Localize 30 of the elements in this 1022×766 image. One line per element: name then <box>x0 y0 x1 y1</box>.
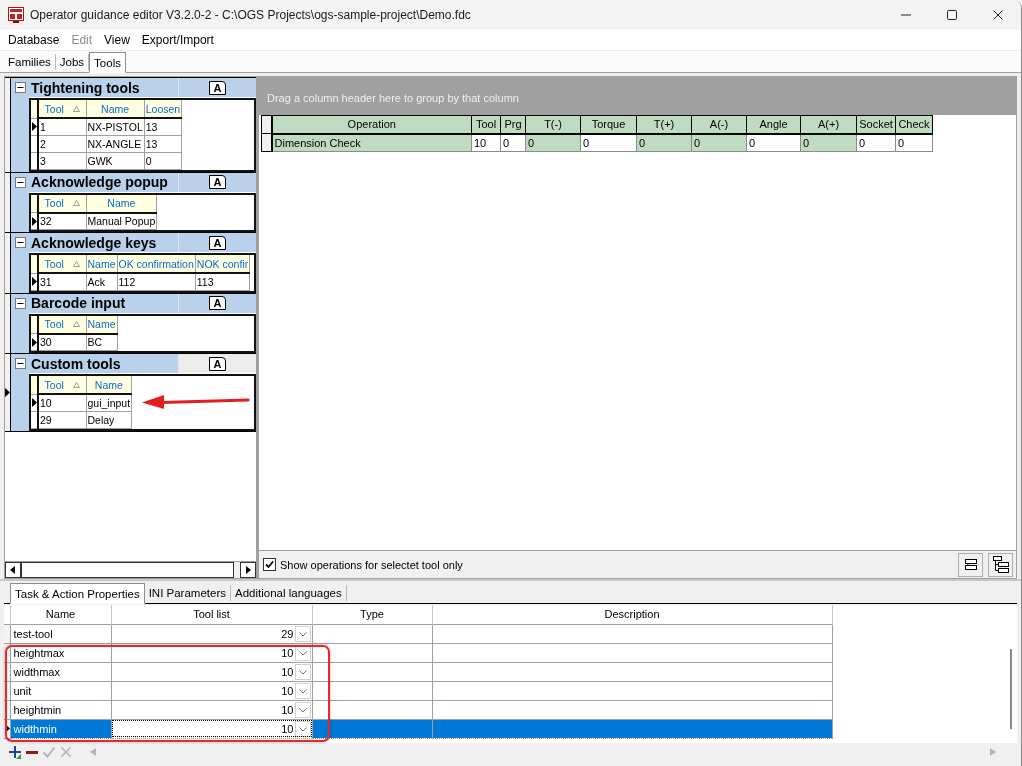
group-title: Acknowledge keys <box>31 234 158 251</box>
table-cell: Manual Popup <box>86 212 157 230</box>
table-cell: 30 <box>38 333 86 351</box>
table-cell: NX-PISTOL <box>86 118 145 135</box>
group-title: Custom tools <box>31 355 122 372</box>
table-cell: BC <box>86 333 117 351</box>
table-cell: gui_input <box>86 394 132 411</box>
table-cell: 10 <box>38 394 86 411</box>
table-cell: NX-ANGLE <box>86 135 145 152</box>
group-title: Acknowledge popup <box>31 174 169 190</box>
table-cell: 0 <box>144 152 182 169</box>
table-cell: test-tool <box>10 624 111 643</box>
table-cell: 3 <box>38 152 86 169</box>
group-title: Barcode input <box>31 295 127 311</box>
table-cell: 113 <box>195 273 250 290</box>
table-cell: 2 <box>38 135 86 152</box>
table-cell: 112 <box>117 273 196 290</box>
table-cell: Ack <box>86 273 117 290</box>
table-cell: Delay <box>86 411 132 428</box>
table-cell: 13 <box>144 118 182 135</box>
table-cell: 1 <box>38 118 86 135</box>
table-cell: 13 <box>144 135 182 152</box>
table-cell: GWK <box>86 152 145 169</box>
group-title: Tightening tools <box>31 79 141 96</box>
table-cell: 31 <box>38 273 86 290</box>
window-title: Operator guidance editor V3.2.0-2 - C:\OGS Projects\ogs-sample-project\Demo.fdc <box>30 8 471 22</box>
table-cell: 29 <box>38 411 86 428</box>
table-cell: 32 <box>38 212 86 230</box>
checkbox-label: Show operations for selectet tool only <box>280 558 463 571</box>
group-by-hint: Drag a column header here to group by that column <box>267 92 519 104</box>
